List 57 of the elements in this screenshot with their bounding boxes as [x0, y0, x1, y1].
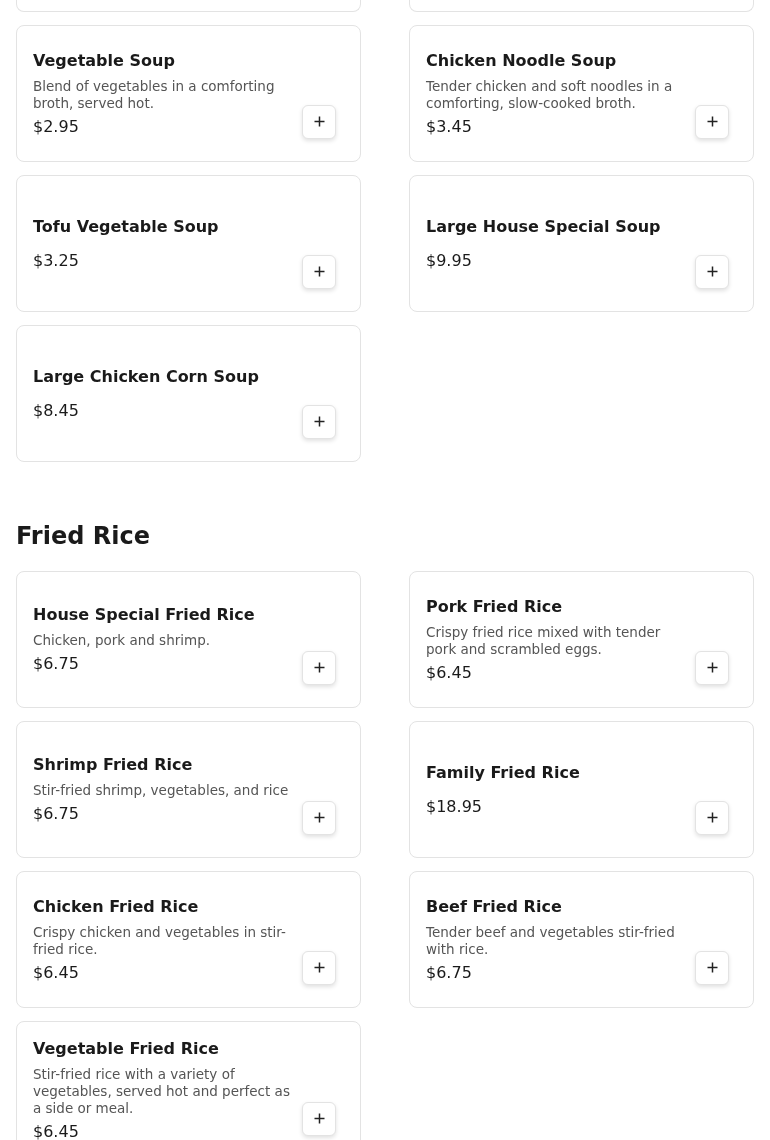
add-button[interactable]	[695, 800, 729, 835]
item-price: $9.95	[426, 249, 473, 272]
add-button[interactable]	[302, 254, 336, 289]
plus-icon	[706, 812, 718, 823]
item-price: $18.95	[426, 795, 483, 818]
item-name: Shrimp Fried Rice	[33, 754, 194, 776]
plus-icon	[313, 962, 325, 973]
add-button[interactable]	[695, 650, 729, 685]
plus-icon	[313, 416, 325, 427]
item-name: Chicken Noodle Soup	[426, 49, 618, 72]
add-button[interactable]	[302, 404, 336, 439]
item-price: $6.75	[33, 803, 80, 825]
item-name: Vegetable Soup	[33, 49, 176, 72]
plus-icon	[706, 266, 718, 277]
item-description: Chicken, pork and shrimp.	[33, 632, 212, 649]
add-button[interactable]	[302, 650, 336, 685]
item-name: Large House Special Soup	[426, 215, 662, 238]
item-price: $2.95	[33, 115, 80, 138]
item-name: Beef Fried Rice	[426, 895, 563, 918]
add-button[interactable]	[302, 800, 336, 835]
item-name: Pork Fried Rice	[426, 595, 564, 618]
section-heading: Fried Rice	[16, 521, 151, 552]
add-button[interactable]	[695, 950, 729, 985]
item-description: Stir-fried rice with a variety of vegetables, served hot and perfect as a side or meal.	[33, 1066, 291, 1117]
plus-icon	[706, 662, 718, 673]
item-name: Tofu Vegetable Soup	[33, 215, 220, 238]
item-name: House Special Fried Rice	[33, 604, 256, 626]
item-name: Chicken Fried Rice	[33, 895, 200, 918]
item-price: $6.45	[33, 961, 80, 984]
item-description: Crispy chicken and vegetables in stir-fried rice.	[33, 923, 287, 958]
item-price: $8.45	[33, 399, 80, 422]
item-price: $6.45	[33, 1121, 80, 1140]
item-price: $6.75	[426, 961, 473, 984]
item-name: Vegetable Fried Rice	[33, 1038, 220, 1060]
plus-icon	[313, 116, 325, 127]
plus-icon	[313, 812, 325, 823]
item-price: $3.25	[33, 249, 80, 272]
item-description: Blend of vegetables in a comforting broth, served hot.	[33, 77, 276, 112]
item-price: $6.75	[33, 653, 80, 675]
item-description: Tender beef and vegetables stir-fried with rice.	[426, 923, 676, 958]
item-price: $6.45	[426, 661, 473, 684]
add-button[interactable]	[695, 104, 729, 139]
item-name: Family Fried Rice	[426, 761, 581, 784]
add-button[interactable]	[302, 1101, 336, 1136]
item-name: Large Chicken Corn Soup	[33, 365, 260, 388]
plus-icon	[706, 116, 718, 127]
item-description: Tender chicken and soft noodles in a comforting, slow-cooked broth.	[426, 77, 674, 112]
add-button[interactable]	[302, 950, 336, 985]
plus-icon	[706, 962, 718, 973]
add-button[interactable]	[695, 254, 729, 289]
plus-icon	[313, 1113, 325, 1124]
plus-icon	[313, 662, 325, 673]
item-price: $3.45	[426, 115, 473, 138]
plus-icon	[313, 266, 325, 277]
item-description: Stir-fried shrimp, vegetables, and rice	[33, 782, 290, 799]
item-description: Crispy fried rice mixed with tender pork and scrambled eggs.	[426, 623, 662, 658]
add-button[interactable]	[302, 104, 336, 139]
